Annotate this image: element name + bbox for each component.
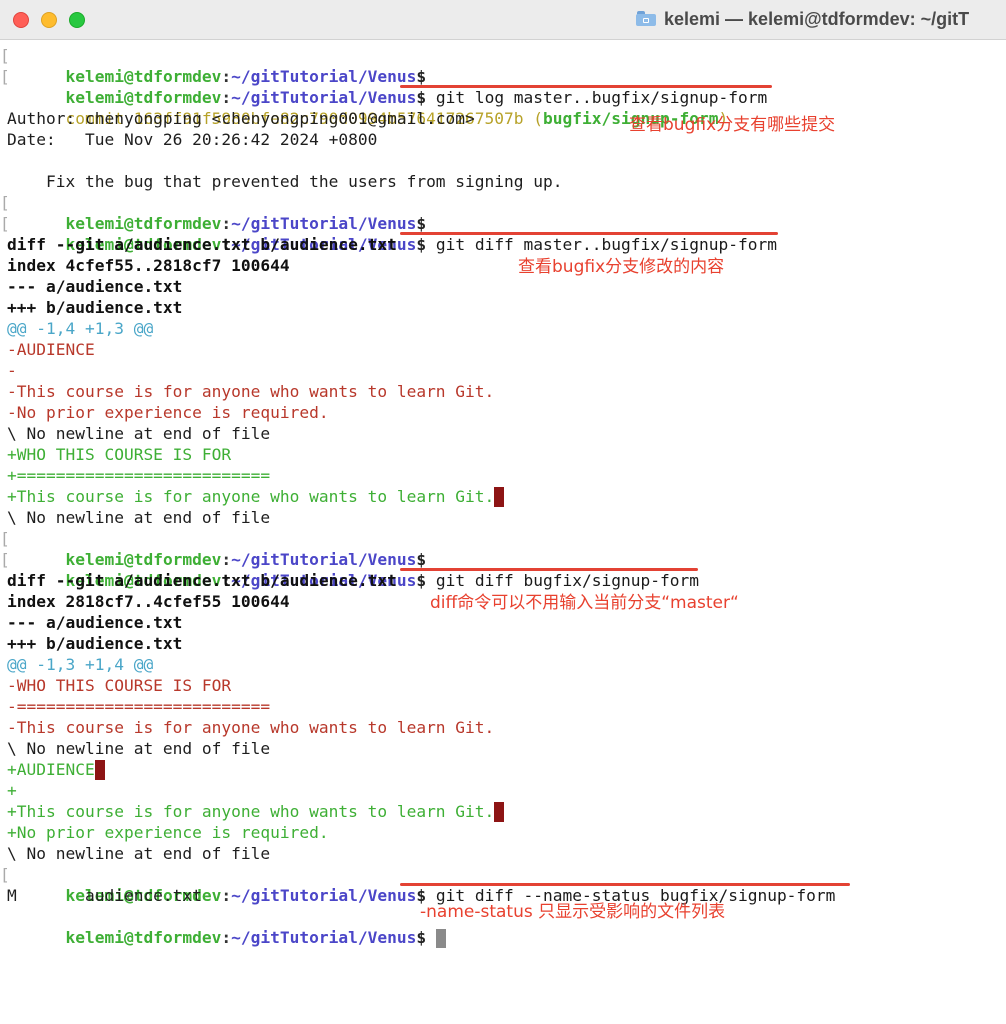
diff-index: index 2818cf7..4cfef55 100644 [7, 592, 290, 611]
annotation-name-status: -name-status 只显示受影响的文件列表 [420, 902, 726, 922]
name-status-output: M audience.txt [7, 886, 202, 905]
line-marker: [ [0, 550, 10, 569]
diff-hunk-header: @@ -1,4 +1,3 @@ [7, 319, 154, 338]
diff-removed-line: -This course is for anyone who wants to … [7, 718, 495, 737]
annotation-underline [400, 232, 778, 235]
commit-line: commit 163ff91f5980bfe82c790d0994b576417… [7, 87, 728, 128]
diff-removed-line: -AUDIENCE [7, 340, 95, 359]
window-title: kelemi — kelemi@tdformdev: ~/gitT [636, 9, 969, 31]
annotation-underline [400, 883, 850, 886]
command-line: kelemi@tdformdev:~/gitTutorial/Venus$ gi… [7, 549, 699, 590]
author-line: Author: chenyongping <chenyongping001@gm… [7, 109, 475, 128]
diff-added-line: +AUDIENCE [7, 759, 105, 780]
diff-added-text: +This course is for anyone who wants to … [7, 802, 495, 821]
diff-no-newline: \ No newline at end of file [7, 508, 271, 527]
diff-header: diff --git a/audience.txt b/audience.txt [7, 235, 397, 254]
diff-added-line: + [7, 781, 17, 800]
date-line: Date: Tue Nov 26 20:26:42 2024 +0800 [7, 130, 378, 149]
prompt-colon: : [221, 886, 232, 905]
diff-plus-file: +++ b/audience.txt [7, 634, 183, 653]
diff-removed-line: -No prior experience is required. [7, 403, 329, 422]
active-prompt-line[interactable]: kelemi@tdformdev:~/gitTutorial/Venus$ [7, 906, 446, 948]
prompt-line: kelemi@tdformdev:~/gitTutorial/Venus$ [7, 45, 426, 86]
diff-no-newline: \ No newline at end of file [7, 739, 271, 758]
annotation-underline [400, 568, 698, 571]
diff-index: index 4cfef55..2818cf7 100644 [7, 256, 290, 275]
annotation-underline [400, 85, 772, 88]
prompt-colon: : [221, 928, 232, 947]
command-line: kelemi@tdformdev:~/gitTutorial/Venus$ gi… [7, 66, 767, 107]
prompt-path: ~/gitTutorial/Venus [231, 928, 417, 947]
line-marker: [ [0, 67, 10, 86]
line-marker: [ [0, 193, 10, 212]
line-marker: [ [0, 46, 10, 65]
diff-removed-line: - [7, 361, 17, 380]
prompt-line: kelemi@tdformdev:~/gitTutorial/Venus$ [7, 192, 426, 233]
diff-minus-file: --- a/audience.txt [7, 277, 183, 296]
trailing-whitespace-marker [494, 487, 505, 507]
close-button[interactable] [13, 12, 29, 28]
line-marker: [ [0, 214, 10, 233]
title-bar[interactable]: kelemi — kelemi@tdformdev: ~/gitT [0, 0, 1006, 40]
annotation-git-diff: 查看bugfix分支修改的内容 [518, 257, 725, 277]
diff-added-line: +========================== [7, 466, 271, 485]
diff-added-line: +This course is for anyone who wants to … [7, 801, 505, 822]
trailing-whitespace-marker [494, 802, 505, 822]
diff-added-line: +WHO THIS COURSE IS FOR [7, 445, 232, 464]
diff-added-line: +This course is for anyone who wants to … [7, 486, 505, 507]
line-marker: [ [0, 529, 10, 548]
diff-added-text: +AUDIENCE [7, 760, 95, 779]
line-marker: [ [0, 865, 10, 884]
folder-icon [636, 10, 656, 26]
diff-added-line: +No prior experience is required. [7, 823, 329, 842]
prompt-dollar: $ [416, 571, 427, 590]
prompt-dollar: $ [416, 235, 427, 254]
diff-plus-file: +++ b/audience.txt [7, 298, 183, 317]
prompt-user-host: kelemi@tdformdev [65, 928, 222, 947]
prompt-line: kelemi@tdformdev:~/gitTutorial/Venus$ [7, 528, 426, 569]
terminal-window: kelemi — kelemi@tdformdev: ~/gitT kelemi… [0, 0, 1006, 1024]
diff-no-newline: \ No newline at end of file [7, 844, 271, 863]
command-line: kelemi@tdformdev:~/gitTutorial/Venus$ gi… [7, 213, 776, 254]
diff-added-text: +This course is for anyone who wants to … [7, 487, 495, 506]
diff-hunk-header: @@ -1,3 +1,4 @@ [7, 655, 154, 674]
trailing-whitespace-marker [94, 760, 105, 780]
minimize-button[interactable] [41, 12, 57, 28]
diff-removed-line: -========================== [7, 697, 271, 716]
prompt-path: ~/gitTutorial/Venus [231, 886, 417, 905]
diff-minus-file: --- a/audience.txt [7, 613, 183, 632]
prompt-dollar: $ [416, 928, 427, 947]
diff-no-newline: \ No newline at end of file [7, 424, 271, 443]
annotation-diff-master: diff命令可以不用输入当前分支“master“ [430, 593, 739, 613]
diff-removed-line: -WHO THIS COURSE IS FOR [7, 676, 232, 695]
commit-message: Fix the bug that prevented the users fro… [7, 172, 563, 191]
diff-header: diff --git a/audience.txt b/audience.txt [7, 571, 397, 590]
annotation-git-log: 查看bugfix分支有哪些提交 [629, 115, 836, 135]
terminal-cursor[interactable] [435, 929, 446, 948]
diff-removed-line: -This course is for anyone who wants to … [7, 382, 495, 401]
window-title-text: kelemi — kelemi@tdformdev: ~/gitT [664, 9, 970, 29]
command-line: kelemi@tdformdev:~/gitTutorial/Venus$ gi… [7, 864, 835, 905]
zoom-button[interactable] [69, 12, 85, 28]
